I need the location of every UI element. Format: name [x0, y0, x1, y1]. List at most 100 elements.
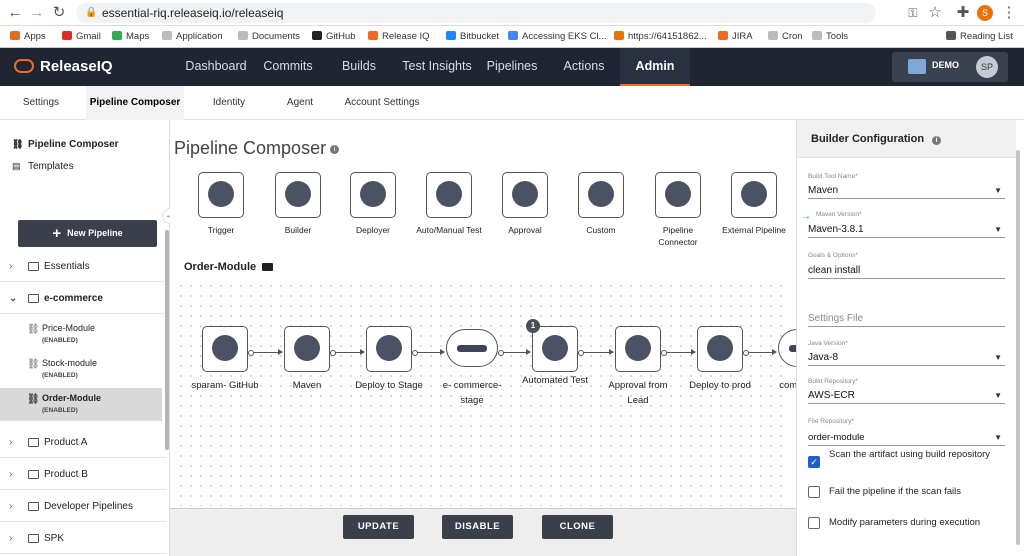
- tab-pipeline-composer[interactable]: Pipeline Composer: [86, 86, 184, 120]
- tab-identity[interactable]: Identity: [200, 86, 258, 120]
- file-repo-select[interactable]: order-module ▼: [808, 430, 1005, 446]
- chevron-right-icon[interactable]: ›: [9, 523, 12, 554]
- reload-icon[interactable]: ↻: [50, 4, 68, 22]
- chevron-right-icon[interactable]: ›: [9, 459, 12, 490]
- update-button[interactable]: UPDATE: [343, 515, 414, 539]
- tool-pipeline-connector[interactable]: [655, 172, 701, 218]
- new-pipeline-button[interactable]: + New Pipeline: [18, 220, 157, 247]
- stage-deploy-to-prod[interactable]: [697, 326, 743, 372]
- bookmark-jira[interactable]: JIRA: [718, 26, 753, 48]
- bookmark-gmail[interactable]: Gmail: [62, 26, 101, 48]
- nav-commits[interactable]: Commits: [256, 48, 320, 86]
- bookmark-documents[interactable]: Documents: [238, 26, 300, 48]
- address-bar[interactable]: 🔒 essential-riq.releaseiq.io/releaseiq: [76, 3, 876, 23]
- sidebar-item-templates[interactable]: ▤ Templates: [12, 157, 74, 175]
- bookmark-application[interactable]: Application: [162, 26, 222, 48]
- fail-scan-checkbox[interactable]: [808, 486, 820, 498]
- menu-dots-icon[interactable]: ⋮: [1000, 4, 1018, 22]
- sidebar-group-e-commerce[interactable]: ⌄ e-commerce: [0, 283, 166, 314]
- collapse-panel-arrow-icon[interactable]: →: [800, 211, 812, 223]
- tab-agent[interactable]: Agent: [276, 86, 324, 120]
- tab-settings[interactable]: Settings: [10, 86, 72, 120]
- maven-version-select[interactable]: Maven-3.8.1 ▼: [808, 222, 1005, 238]
- bookmark-release-iq[interactable]: Release IQ: [368, 26, 430, 48]
- nav-pipelines[interactable]: Pipelines: [482, 48, 542, 86]
- tool-builder[interactable]: [275, 172, 321, 218]
- stage-automated-test[interactable]: [532, 326, 578, 372]
- tool-trigger[interactable]: [198, 172, 244, 218]
- chevron-right-icon[interactable]: ›: [9, 251, 12, 282]
- pipeline-item-stock-module[interactable]: ⛓ Stock-module (ENABLED): [0, 353, 162, 386]
- sidebar-group-product-a[interactable]: › Product A: [0, 427, 166, 458]
- nav-test-insights[interactable]: Test Insights: [398, 48, 476, 86]
- panel-scrollbar[interactable]: [1016, 150, 1020, 545]
- tool-auto-manual-test[interactable]: [426, 172, 472, 218]
- tool-custom[interactable]: [578, 172, 624, 218]
- scan-artifact-checkbox[interactable]: ✓: [808, 456, 820, 468]
- brand-logo[interactable]: ReleaseIQ: [14, 57, 113, 77]
- stage-label: Deploy to Stage: [355, 380, 423, 391]
- stage-maven[interactable]: [284, 326, 330, 372]
- extensions-icon[interactable]: ✚: [954, 4, 972, 22]
- clone-button[interactable]: CLONE: [542, 515, 613, 539]
- reading-list[interactable]: Reading List: [946, 26, 1013, 48]
- bookmark-maps[interactable]: Maps: [112, 26, 149, 48]
- browser-toolbar: ← → ↻ 🔒 essential-riq.releaseiq.io/relea…: [0, 0, 1024, 26]
- stage-approval-from-lead[interactable]: [615, 326, 661, 372]
- pipeline-item-price-module[interactable]: ⛓ Price-Module (ENABLED): [0, 318, 162, 351]
- nav-admin[interactable]: Admin: [620, 48, 690, 86]
- build-repo-select[interactable]: AWS-ECR ▼: [808, 388, 1005, 404]
- disable-button[interactable]: DISABLE: [442, 515, 513, 539]
- bookmark-https-64151862[interactable]: https://64151862...: [614, 26, 707, 48]
- stage-sparam-github[interactable]: [202, 326, 248, 372]
- tab-account-settings[interactable]: Account Settings: [334, 86, 430, 120]
- nav-actions[interactable]: Actions: [556, 48, 612, 86]
- tool-deployer[interactable]: [350, 172, 396, 218]
- goals-input[interactable]: clean install: [808, 263, 1005, 279]
- profile-avatar[interactable]: S: [977, 5, 993, 21]
- unlock-icon[interactable]: [262, 263, 274, 271]
- chevron-right-icon[interactable]: ›: [9, 427, 12, 458]
- sidebar-group-spk[interactable]: › SPK: [0, 523, 166, 554]
- pipeline-item-order-module[interactable]: ⛓ Order-Module (ENABLED): [0, 388, 162, 421]
- sidebar-group-developer-pipelines[interactable]: › Developer Pipelines: [0, 491, 166, 522]
- back-arrow-icon[interactable]: ←: [6, 4, 24, 22]
- page-title: Pipeline Composer i: [174, 138, 340, 159]
- java-version-select[interactable]: Java-8 ▼: [808, 350, 1005, 366]
- build-tool-select[interactable]: Maven ▼: [808, 183, 1005, 199]
- pipeline-icon: ⛓: [27, 359, 40, 370]
- tool-external-pipeline[interactable]: [731, 172, 777, 218]
- sidebar-scrollbar[interactable]: [165, 230, 169, 450]
- gear-wrench-icon: [294, 335, 320, 361]
- forward-arrow-icon[interactable]: →: [28, 4, 46, 22]
- key-icon[interactable]: ⚿: [904, 4, 922, 22]
- stage-connector: [330, 349, 365, 356]
- user-area[interactable]: DEMO SP: [892, 52, 1008, 82]
- star-icon[interactable]: ☆: [926, 4, 944, 22]
- build-tool-label: Build Tool Name*: [808, 173, 858, 180]
- bookmark-icon: [238, 31, 248, 40]
- bookmark-github[interactable]: GitHub: [312, 26, 356, 48]
- bookmark-cron[interactable]: Cron: [768, 26, 803, 48]
- info-icon[interactable]: i: [932, 136, 942, 145]
- stage-e-commerce-stage[interactable]: [446, 329, 498, 367]
- nav-dashboard[interactable]: Dashboard: [180, 48, 252, 86]
- file-repo-label: File Repository*: [808, 418, 854, 425]
- bookmark-apps[interactable]: Apps: [10, 26, 46, 48]
- chevron-right-icon[interactable]: ›: [9, 491, 12, 522]
- bookmark-accessing-eks-cl[interactable]: Accessing EKS Cl...: [508, 26, 606, 48]
- user-avatar[interactable]: SP: [976, 56, 998, 78]
- bookmark-tools[interactable]: Tools: [812, 26, 848, 48]
- modify-params-checkbox[interactable]: [808, 517, 820, 529]
- nav-builds[interactable]: Builds: [326, 48, 392, 86]
- bookmark-bitbucket[interactable]: Bitbucket: [446, 26, 499, 48]
- stage-connector: [412, 349, 445, 356]
- chevron-down-icon[interactable]: ⌄: [9, 283, 17, 314]
- sidebar-item-pipeline-composer[interactable]: ⛓ Pipeline Composer: [12, 135, 119, 153]
- tool-approval[interactable]: [502, 172, 548, 218]
- stage-deploy-to-stage[interactable]: [366, 326, 412, 372]
- sidebar-group-product-b[interactable]: › Product B: [0, 459, 166, 490]
- info-icon[interactable]: i: [330, 145, 340, 154]
- sidebar-group-essentials[interactable]: › Essentials: [0, 251, 166, 282]
- settings-file-input[interactable]: Settings File: [808, 311, 1005, 327]
